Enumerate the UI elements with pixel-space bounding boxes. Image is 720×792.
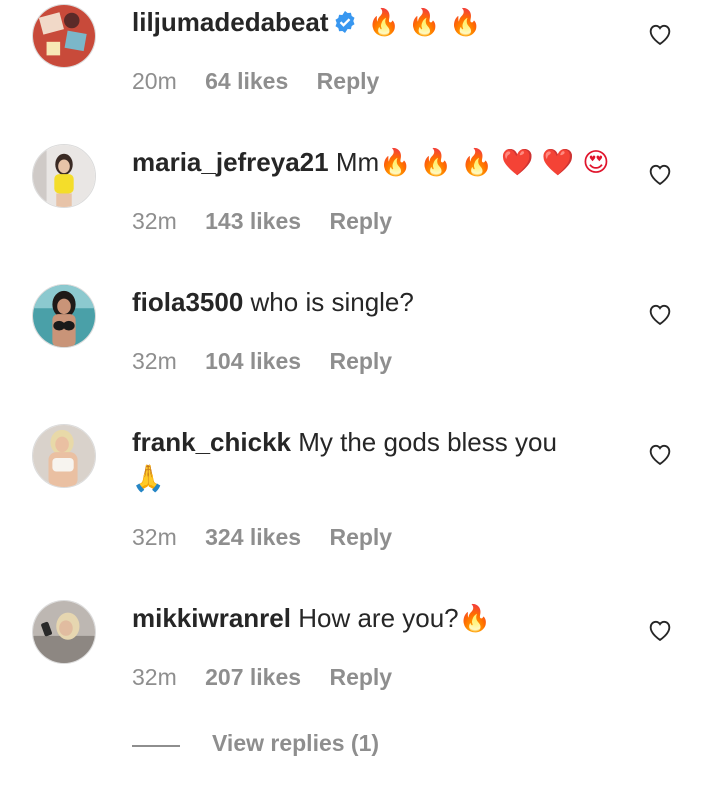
comment-likes[interactable]: 143 likes (205, 208, 301, 234)
avatar[interactable] (32, 600, 96, 664)
comment-meta: 20m 64 likes Reply (132, 68, 401, 95)
reply-button[interactable]: Reply (317, 68, 380, 94)
comment-username[interactable]: fiola3500 (132, 287, 243, 317)
avatar[interactable] (32, 284, 96, 348)
reply-button[interactable]: Reply (329, 208, 392, 234)
reply-button[interactable]: Reply (329, 664, 392, 690)
comment-emojis: 🔥 🔥 🔥 ❤️ ❤️ 😍 (379, 148, 610, 178)
comment-username[interactable]: maria_jefreya21 (132, 147, 329, 177)
comment-meta: 32m 143 likes Reply (132, 208, 414, 235)
view-replies-label[interactable]: View replies (1) (212, 730, 379, 757)
comment-body: who is single? (250, 287, 414, 317)
reply-button[interactable]: Reply (329, 348, 392, 374)
heart-icon[interactable] (646, 300, 674, 328)
avatar-image (33, 145, 95, 207)
comment-emojis: 🔥 (458, 604, 492, 634)
avatar-image (33, 285, 95, 347)
avatar-image (33, 425, 95, 487)
comment-likes[interactable]: 207 likes (205, 664, 301, 690)
comment-body: My the gods bless you (298, 427, 557, 457)
avatar[interactable] (32, 144, 96, 208)
comment-time: 32m (132, 524, 177, 550)
comment-time: 32m (132, 208, 177, 234)
verified-badge-icon (333, 7, 357, 33)
view-replies-button[interactable]: View replies (1) (132, 730, 432, 762)
heart-icon[interactable] (646, 20, 674, 48)
comment-text: fiola3500 who is single? (132, 284, 612, 320)
comment-emojis: 🔥 🔥 🔥 (367, 8, 482, 38)
comment-body: Mm (335, 147, 380, 177)
comment-likes[interactable]: 324 likes (205, 524, 301, 550)
comment-text: maria_jefreya21 Mm🔥 🔥 🔥 ❤️ ❤️ 😍 (132, 144, 612, 181)
comment-username[interactable]: frank_chickk (132, 427, 291, 457)
divider-line (132, 745, 180, 747)
avatar-image (33, 5, 95, 67)
heart-icon[interactable] (646, 440, 674, 468)
heart-icon[interactable] (646, 616, 674, 644)
heart-icon[interactable] (646, 160, 674, 188)
reply-button[interactable]: Reply (329, 524, 392, 550)
comment-time: 32m (132, 664, 177, 690)
comment-time: 20m (132, 68, 177, 94)
comment-emojis: 🙏 (132, 464, 165, 494)
comment-meta: 32m 104 likes Reply (132, 348, 414, 375)
avatar-image (33, 601, 95, 663)
comment-likes[interactable]: 64 likes (205, 68, 288, 94)
comment-time: 32m (132, 348, 177, 374)
comment-username[interactable]: liljumadedabeat (132, 7, 329, 37)
comment-text: liljumadedabeat 🔥 🔥 🔥 (132, 4, 612, 41)
comment-meta: 32m 207 likes Reply (132, 664, 414, 691)
comment-body: How are you? (298, 603, 459, 633)
comment-text: frank_chickk My the gods bless you 🙏 (132, 424, 612, 497)
avatar[interactable] (32, 4, 96, 68)
comment-meta: 32m 324 likes Reply (132, 524, 414, 551)
comment-text: mikkiwranrel How are you?🔥 (132, 600, 612, 637)
comment-username[interactable]: mikkiwranrel (132, 603, 291, 633)
comment-likes[interactable]: 104 likes (205, 348, 301, 374)
avatar[interactable] (32, 424, 96, 488)
